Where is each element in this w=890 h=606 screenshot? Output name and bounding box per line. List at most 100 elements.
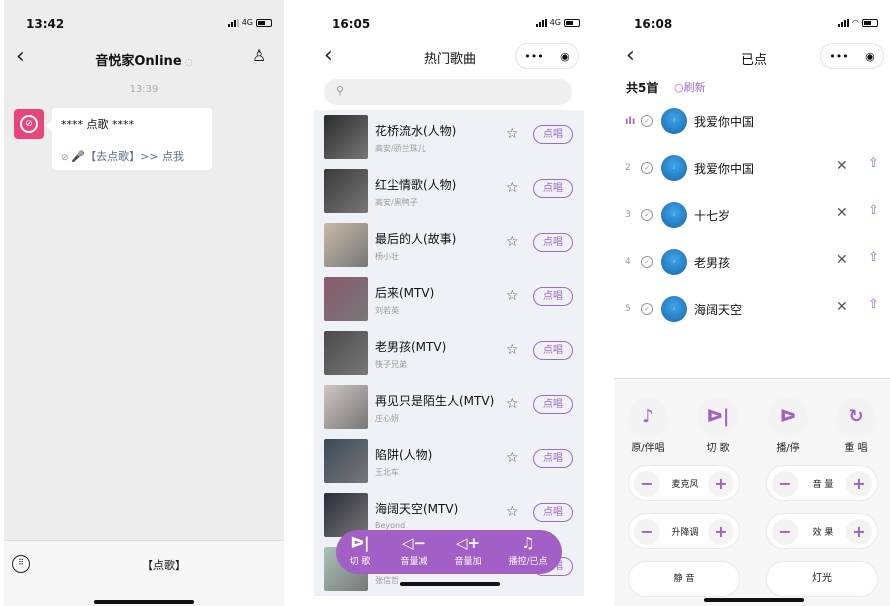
chat-screen: 13:42 4G ‹ 音悦家Online ◌ ♙ 13:39 ⊘ **** 点歌… — [4, 0, 284, 606]
volume-plus-button[interactable]: + — [846, 471, 872, 497]
avatar[interactable]: ⊘ — [14, 109, 44, 139]
pick-song-button[interactable]: 点唱 — [533, 503, 573, 522]
queue-number: 4 — [625, 257, 631, 267]
favorite-star-icon[interactable]: ☆ — [506, 396, 519, 412]
search-input[interactable]: ⚲ — [324, 79, 572, 105]
check-icon: ✓ — [641, 256, 653, 268]
queue-row: ılı ✓ ♪ 我爱你中国 — [614, 108, 890, 138]
keyboard-icon[interactable]: ⠿ — [12, 555, 30, 573]
skip-song-label: 切 歌 — [706, 443, 730, 454]
pitch-plus-button[interactable]: + — [708, 519, 734, 545]
favorite-star-icon[interactable]: ☆ — [506, 288, 519, 304]
song-title: 花桥流水(人物) — [375, 124, 457, 138]
status-indicators: 4G — [227, 18, 272, 27]
song-singer: Beyond — [375, 521, 406, 530]
move-to-top-button[interactable]: ⇧ — [868, 297, 879, 312]
queue-row: 2 ✓ ♪ 我爱你中国 ✕ ⇧ — [614, 155, 890, 185]
remove-song-button[interactable]: ✕ — [836, 158, 848, 174]
order-song-link[interactable]: ⊘ 🎤【去点歌】>> 点我 — [61, 148, 184, 164]
refresh-button[interactable]: ○刷新 — [674, 79, 706, 95]
status-bar: 13:42 4G — [4, 0, 284, 36]
pick-song-button[interactable]: 点唱 — [533, 233, 573, 252]
song-row[interactable]: 红尘情歌(人物) 高安/黑鸭子 ☆ 点唱 — [314, 164, 584, 218]
skip-song-button[interactable]: ᐅ| — [698, 397, 738, 437]
pitch-adjuster: − 升降调 + — [628, 513, 740, 549]
volume-label: 音 量 — [812, 480, 834, 490]
volume-minus-button[interactable]: − — [772, 471, 798, 497]
pick-song-button[interactable]: 点唱 — [533, 449, 573, 468]
chat-title: 音悦家Online ◌ — [64, 50, 224, 69]
replay-button[interactable]: ↻ — [836, 397, 876, 437]
effect-minus-button[interactable]: − — [772, 519, 798, 545]
volume-down-button[interactable]: ◁− 音量减 — [392, 534, 436, 567]
favorite-star-icon[interactable]: ☆ — [506, 126, 519, 142]
back-button[interactable]: ‹ — [626, 45, 635, 67]
song-row[interactable]: 最后的人(故事) 杨小壮 ☆ 点唱 — [314, 218, 584, 272]
song-singer: 刘若英 — [375, 306, 399, 315]
light-button[interactable]: 灯光 — [766, 561, 878, 597]
status-time: 16:05 — [332, 17, 371, 31]
remove-song-button[interactable]: ✕ — [836, 205, 848, 221]
favorite-star-icon[interactable]: ☆ — [506, 504, 519, 520]
song-row[interactable]: 后来(MTV) 刘若英 ☆ 点唱 — [314, 272, 584, 326]
song-singer: 高安/黑鸭子 — [375, 198, 418, 207]
status-time: 16:08 — [634, 17, 673, 31]
vocal-toggle-label: 原/伴唱 — [631, 443, 665, 454]
order-song-button[interactable]: 【点歌】 — [64, 557, 264, 573]
move-to-top-button[interactable]: ⇧ — [868, 203, 879, 218]
favorite-star-icon[interactable]: ☆ — [506, 234, 519, 250]
next-song-button[interactable]: ᐅ| 切 歌 — [340, 534, 380, 567]
mute-button[interactable]: 静 音 — [628, 561, 740, 597]
song-row[interactable]: 花桥流水(人物) 高安/骄兰珠儿 ☆ 点唱 — [314, 110, 584, 164]
vocal-icon: ♪ — [642, 406, 654, 427]
remove-song-button[interactable]: ✕ — [836, 252, 848, 268]
favorite-star-icon[interactable]: ☆ — [506, 342, 519, 358]
song-title: 红尘情歌(人物) — [375, 178, 457, 192]
vocal-toggle-button[interactable]: ♪ — [628, 397, 668, 437]
pick-song-button[interactable]: 点唱 — [533, 341, 573, 360]
profile-icon[interactable]: ♙ — [252, 46, 266, 65]
song-title: 老男孩(MTV) — [375, 340, 447, 354]
effect-plus-button[interactable]: + — [846, 519, 872, 545]
close-target-icon[interactable]: ◉ — [560, 50, 570, 63]
more-icon[interactable]: ••• — [524, 50, 543, 63]
volume-up-icon: ◁+ — [455, 534, 481, 552]
favorite-star-icon[interactable]: ☆ — [506, 180, 519, 196]
song-row[interactable]: 老男孩(MTV) 筷子兄弟 ☆ 点唱 — [314, 326, 584, 380]
song-row[interactable]: 陷阱(人物) 王北车 ☆ 点唱 — [314, 434, 584, 488]
song-singer: 张信哲 — [375, 576, 399, 585]
home-indicator — [704, 598, 804, 602]
mic-minus-button[interactable]: − — [634, 471, 660, 497]
play-pause-button[interactable]: ᐅ — [768, 397, 808, 437]
favorite-star-icon[interactable]: ☆ — [506, 450, 519, 466]
song-disc-icon: ♪ — [661, 249, 687, 275]
pick-song-button[interactable]: 点唱 — [533, 179, 573, 198]
volume-up-button[interactable]: ◁+ 音量加 — [446, 534, 490, 567]
battery-icon — [256, 18, 272, 27]
pitch-minus-button[interactable]: − — [634, 519, 660, 545]
song-row[interactable]: 再见只是陌生人(MTV) 庄心妍 ☆ 点唱 — [314, 380, 584, 434]
play-icon: ᐅ — [779, 406, 797, 427]
back-button[interactable]: ‹ — [16, 46, 25, 68]
move-to-top-button[interactable]: ⇧ — [868, 250, 879, 265]
pick-song-button[interactable]: 点唱 — [533, 125, 573, 144]
move-to-top-button[interactable]: ⇧ — [868, 156, 879, 171]
close-target-icon[interactable]: ◉ — [865, 50, 875, 63]
check-icon: ✓ — [641, 162, 653, 174]
network-label: 4G — [549, 18, 561, 27]
check-icon: ✓ — [641, 303, 653, 315]
song-title: 海阔天空(MTV) — [375, 502, 459, 516]
pick-song-button[interactable]: 点唱 — [533, 395, 573, 414]
queue-song-name: 十七岁 — [694, 209, 731, 223]
back-button[interactable]: ‹ — [324, 45, 333, 67]
playlist-button[interactable]: ♫ 播控/已点 — [500, 534, 556, 567]
pick-song-button[interactable]: 点唱 — [533, 287, 573, 306]
mic-plus-button[interactable]: + — [708, 471, 734, 497]
more-icon[interactable]: ••• — [829, 50, 848, 63]
mic-adjuster: − 麦克风 + — [628, 465, 740, 501]
song-disc-icon: ♪ — [661, 296, 687, 322]
order-song-link-text: 🎤【去点歌】>> 点我 — [71, 150, 185, 163]
remove-song-button[interactable]: ✕ — [836, 299, 848, 315]
queue-number: 2 — [625, 163, 631, 173]
signal-icon — [838, 18, 850, 27]
